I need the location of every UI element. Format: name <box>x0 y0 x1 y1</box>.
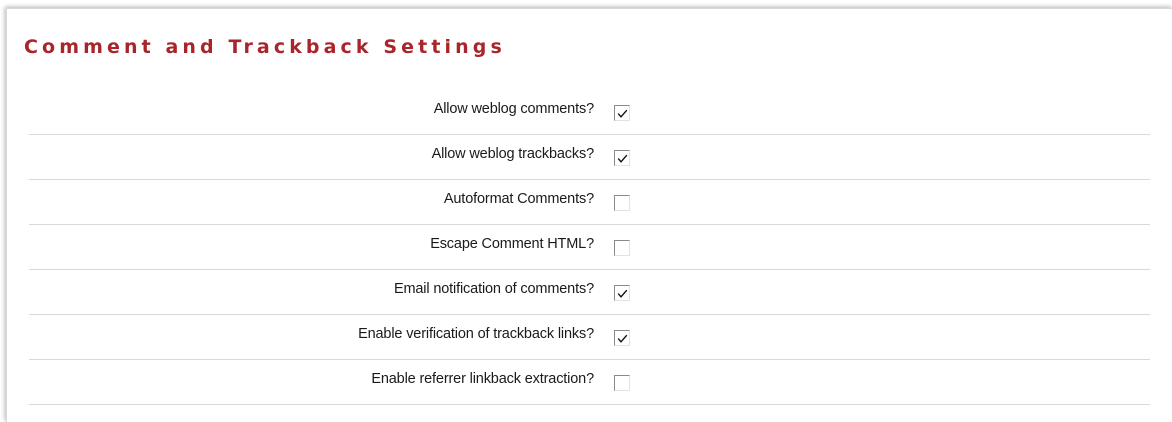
check-icon <box>617 334 628 343</box>
setting-row-escape-html: Escape Comment HTML? <box>29 225 1150 270</box>
setting-row-email-notification: Email notification of comments? <box>29 270 1150 315</box>
allow-trackbacks-checkbox[interactable] <box>614 150 630 166</box>
setting-label: Escape Comment HTML? <box>430 236 594 252</box>
settings-list: Allow weblog comments? Allow weblog trac… <box>29 90 1150 405</box>
setting-label: Autoformat Comments? <box>443 191 594 207</box>
setting-label: Allow weblog comments? <box>433 101 594 117</box>
setting-label: Allow weblog trackbacks? <box>431 146 595 162</box>
autoformat-comments-checkbox[interactable] <box>614 195 630 211</box>
setting-label: Enable referrer linkback extraction? <box>371 371 594 387</box>
verify-trackbacks-checkbox[interactable] <box>614 330 630 346</box>
setting-row-allow-comments: Allow weblog comments? <box>29 90 1150 135</box>
allow-comments-checkbox[interactable] <box>614 105 630 121</box>
setting-row-verify-trackbacks: Enable verification of trackback links? <box>29 315 1150 360</box>
check-icon <box>617 289 628 298</box>
setting-row-autoformat-comments: Autoformat Comments? <box>29 180 1150 225</box>
setting-row-allow-trackbacks: Allow weblog trackbacks? <box>29 135 1150 180</box>
referrer-linkback-checkbox[interactable] <box>614 375 630 391</box>
settings-panel: Comment and Trackback Settings Allow web… <box>6 8 1172 422</box>
setting-label: Email notification of comments? <box>393 281 594 297</box>
check-icon <box>617 154 628 163</box>
setting-row-referrer-linkback: Enable referrer linkback extraction? <box>29 360 1150 405</box>
setting-label: Enable verification of trackback links? <box>358 326 594 342</box>
section-title: Comment and Trackback Settings <box>24 36 506 58</box>
escape-html-checkbox[interactable] <box>614 240 630 256</box>
check-icon <box>617 109 628 118</box>
email-notification-checkbox[interactable] <box>614 285 630 301</box>
